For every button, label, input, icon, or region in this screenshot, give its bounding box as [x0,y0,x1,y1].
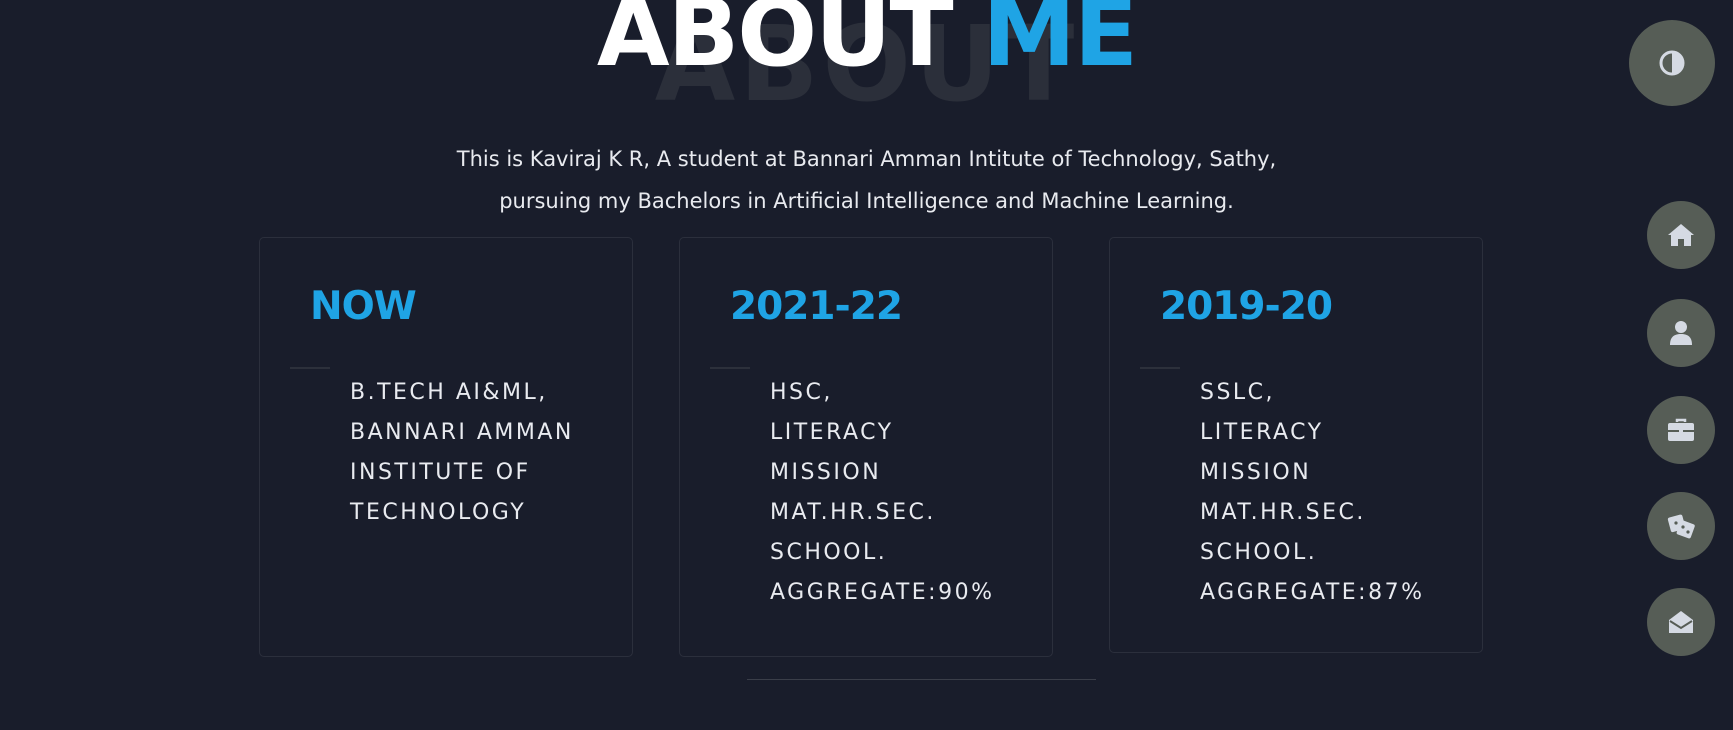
card-detail-line: MAT.HR.SEC. [770,500,936,525]
card-detail-line: AGGREGATE:90% [770,580,995,605]
card-detail-line: TECHNOLOGY [350,500,527,525]
education-card-now: NOW B.TECH AI&ML, BANNARI AMMAN INSTITUT… [259,237,633,657]
nav-portfolio-button[interactable] [1647,396,1715,464]
card-detail-line: MAT.HR.SEC. [1200,500,1366,525]
briefcase-icon [1667,418,1695,442]
card-detail-line: MISSION [770,460,882,485]
theme-toggle-button[interactable] [1629,20,1715,106]
page-title: ABOUT ME [0,0,1733,85]
education-card-sslc: 2019-20 SSLC, LITERACY MISSION MAT.HR.SE… [1109,237,1483,653]
card-details: SSLC, LITERACY MISSION MAT.HR.SEC. SCHOO… [1200,373,1424,613]
education-card-hsc: 2021-22 HSC, LITERACY MISSION MAT.HR.SEC… [679,237,1053,657]
section-heading: ABOUT ABOUT ME [0,0,1733,116]
about-page: ABOUT ABOUT ME This is Kaviraj K R, A st… [0,0,1733,730]
card-detail-line: SSLC, [1200,380,1276,405]
card-detail-line: LITERACY [770,420,894,445]
contrast-icon [1658,49,1686,77]
card-detail-line: LITERACY [1200,420,1324,445]
dice-icon [1666,512,1696,540]
card-detail-line: AGGREGATE:87% [1200,580,1425,605]
nav-about-button[interactable] [1647,299,1715,367]
intro-line-2: pursuing my Bachelors in Artificial Inte… [499,189,1234,213]
title-word-me: ME [982,0,1138,88]
card-divider [290,367,330,369]
card-year: 2019-20 [1160,284,1333,329]
card-detail-line: SCHOOL. [770,540,888,565]
card-year: NOW [310,284,417,329]
card-divider [710,367,750,369]
card-detail-line: HSC, [770,380,833,405]
card-detail-line: INSTITUTE OF [350,460,531,485]
nav-contact-button[interactable] [1647,588,1715,656]
envelope-open-icon [1667,609,1695,635]
nav-games-button[interactable] [1647,492,1715,560]
card-year: 2021-22 [730,284,903,329]
card-divider [1140,367,1180,369]
user-icon [1669,320,1693,346]
nav-home-button[interactable] [1647,201,1715,269]
intro-text: This is Kaviraj K R, A student at Bannar… [0,138,1733,222]
card-detail-line: SCHOOL. [1200,540,1318,565]
card-details: HSC, LITERACY MISSION MAT.HR.SEC. SCHOOL… [770,373,994,613]
intro-line-1: This is Kaviraj K R, A student at Bannar… [456,147,1277,171]
home-icon [1667,222,1695,248]
card-detail-line: B.TECH AI&ML, [350,380,548,405]
section-divider [747,679,1096,680]
title-word-about: ABOUT [596,0,954,88]
card-detail-line: MISSION [1200,460,1312,485]
card-detail-line: BANNARI AMMAN [350,420,574,445]
card-details: B.TECH AI&ML, BANNARI AMMAN INSTITUTE OF… [350,373,574,533]
